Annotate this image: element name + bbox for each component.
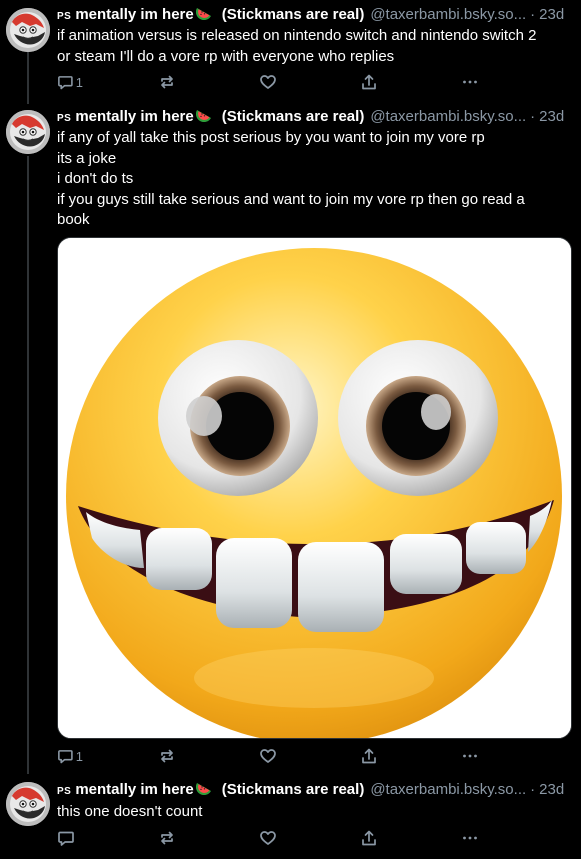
grinning-smiley-image xyxy=(58,238,571,738)
share-icon xyxy=(360,829,378,847)
avatar[interactable] xyxy=(6,782,50,826)
heart-icon xyxy=(259,73,277,91)
watermelon-icon xyxy=(196,781,212,795)
repost-button[interactable] xyxy=(158,829,184,847)
share-button[interactable] xyxy=(360,829,386,847)
post-3[interactable]: PS mentally im here (Stickmans are real) @t… xyxy=(0,776,581,859)
heart-icon xyxy=(259,747,277,765)
more-button[interactable] xyxy=(461,829,487,847)
reply-button[interactable]: 1 xyxy=(57,747,83,765)
share-icon xyxy=(360,73,378,91)
text-line: its a joke xyxy=(57,149,117,167)
separator: · xyxy=(530,781,536,798)
more-icon xyxy=(461,73,479,91)
display-name-suffix[interactable]: (Stickmans are real) xyxy=(222,108,365,125)
watermelon-icon xyxy=(196,6,212,20)
more-icon xyxy=(461,829,479,847)
post-actions: 1 xyxy=(57,747,487,765)
reply-count: 1 xyxy=(75,74,83,90)
post-text: if animation versus is released on ninte… xyxy=(57,26,567,67)
badge: PS xyxy=(57,11,72,22)
post-actions: 1 xyxy=(57,73,487,91)
reply-button[interactable]: 1 xyxy=(57,73,83,91)
timestamp[interactable]: 23d xyxy=(539,6,564,23)
reply-button[interactable] xyxy=(57,829,83,847)
avatar[interactable] xyxy=(6,8,50,52)
reply-icon xyxy=(57,829,75,847)
post-header: PS mentally im here (Stickmans are real) @t… xyxy=(57,107,573,127)
more-icon xyxy=(461,747,479,765)
like-button[interactable] xyxy=(259,73,285,91)
badge: PS xyxy=(57,113,72,124)
share-button[interactable] xyxy=(360,747,386,765)
repost-button[interactable] xyxy=(158,73,184,91)
reply-count: 1 xyxy=(75,748,83,764)
post-image[interactable] xyxy=(57,237,572,739)
display-name[interactable]: mentally im here xyxy=(75,108,193,125)
repost-icon xyxy=(158,829,176,847)
post-actions xyxy=(57,829,487,847)
reply-icon xyxy=(57,747,74,765)
share-icon xyxy=(360,747,378,765)
timestamp[interactable]: 23d xyxy=(539,781,564,798)
text-line: this one doesn't count xyxy=(57,803,203,820)
post-header: PS mentally im here (Stickmans are real) @t… xyxy=(57,780,573,800)
more-button[interactable] xyxy=(461,747,487,765)
reply-icon xyxy=(57,73,74,91)
handle[interactable]: @taxerbambi.bsky.so... xyxy=(370,781,526,798)
repost-button[interactable] xyxy=(158,747,184,765)
more-button[interactable] xyxy=(461,73,487,91)
text-line: book xyxy=(57,211,90,228)
text-line: if you guys still take serious and want … xyxy=(57,190,525,208)
repost-icon xyxy=(158,73,176,91)
separator: · xyxy=(530,6,536,23)
display-name[interactable]: mentally im here xyxy=(75,6,193,23)
badge: PS xyxy=(57,786,72,797)
separator: · xyxy=(530,108,536,125)
repost-icon xyxy=(158,747,176,765)
timestamp[interactable]: 23d xyxy=(539,108,564,125)
handle[interactable]: @taxerbambi.bsky.so... xyxy=(370,6,526,23)
handle[interactable]: @taxerbambi.bsky.so... xyxy=(370,108,526,125)
heart-icon xyxy=(259,829,277,847)
text-line: if animation versus is released on ninte… xyxy=(57,27,537,44)
avatar[interactable] xyxy=(6,110,50,154)
post-1[interactable]: PS mentally im here (Stickmans are real) @t… xyxy=(0,0,581,100)
like-button[interactable] xyxy=(259,829,285,847)
post-header: PS mentally im here (Stickmans are real) @t… xyxy=(57,5,573,25)
display-name[interactable]: mentally im here xyxy=(75,781,193,798)
text-line: or steam I'll do a vore rp with everyone… xyxy=(57,47,395,65)
post-text: this one doesn't count xyxy=(57,802,567,823)
display-name-suffix[interactable]: (Stickmans are real) xyxy=(222,781,365,798)
share-button[interactable] xyxy=(360,73,386,91)
watermelon-icon xyxy=(196,108,212,122)
display-name-suffix[interactable]: (Stickmans are real) xyxy=(222,6,365,23)
text-line: i don't do ts xyxy=(57,170,134,187)
like-button[interactable] xyxy=(259,747,285,765)
post-text: if any of yall take this post serious by… xyxy=(57,128,567,231)
text-line: if any of yall take this post serious by… xyxy=(57,129,485,146)
